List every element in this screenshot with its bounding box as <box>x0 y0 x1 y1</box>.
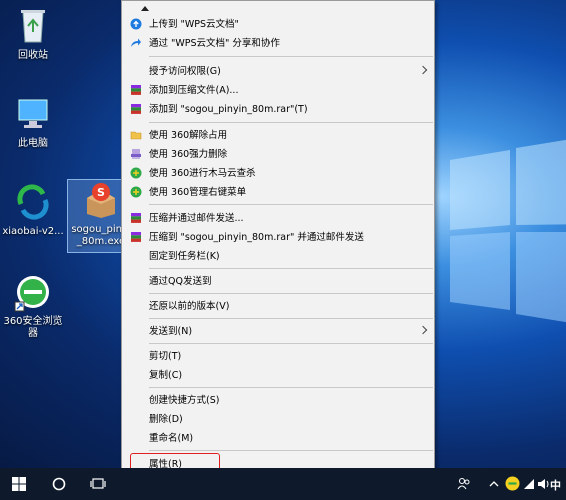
menu-item-grant-access[interactable]: 授予访问权限(G) <box>122 62 434 81</box>
windows-logo-light <box>450 139 566 323</box>
menu-item-send-via-qq[interactable]: 通过QQ发送到 <box>122 272 434 291</box>
desktop-icon-label: 回收站 <box>18 50 48 61</box>
cortana-circle-icon[interactable] <box>52 477 66 491</box>
context-menu: 上传到 "WPS云文档" 通过 "WPS云文档" 分享和协作 授予访问权限(G)… <box>121 0 435 494</box>
menu-item-cut[interactable]: 剪切(T) <box>122 347 434 366</box>
menu-item-label: 创建快捷方式(S) <box>149 395 220 406</box>
menu-item-label: 使用 360管理右键菜单 <box>149 187 247 198</box>
menu-separator <box>149 204 433 205</box>
recycle-bin-icon <box>21 10 45 43</box>
menu-separator <box>149 293 433 294</box>
share-icon <box>131 38 141 47</box>
menu-separator <box>149 122 433 123</box>
menu-item-360-unlock[interactable]: 使用 360解除占用 <box>122 126 434 145</box>
menu-separator <box>149 268 433 269</box>
task-view-icon[interactable] <box>90 477 106 491</box>
menu-item-label: 删除(D) <box>149 414 183 425</box>
menu-item-360-trojan-scan[interactable]: 使用 360进行木马云查杀 <box>122 164 434 183</box>
360-shield-icon <box>130 186 142 198</box>
menu-item-label: 通过QQ发送到 <box>149 276 212 287</box>
menu-item-upload-wps[interactable]: 上传到 "WPS云文档" <box>122 15 434 34</box>
menu-item-label: 剪切(T) <box>149 351 182 362</box>
menu-item-label: 发送到(N) <box>149 326 193 337</box>
menu-separator <box>149 318 433 319</box>
menu-item-delete[interactable]: 删除(D) <box>122 410 434 429</box>
svg-text:S: S <box>97 186 105 199</box>
menu-item-360-force-delete[interactable]: 使用 360强力删除 <box>122 145 434 164</box>
menu-item-create-shortcut[interactable]: 创建快捷方式(S) <box>122 391 434 410</box>
menu-item-send-to[interactable]: 发送到(N) <box>122 322 434 341</box>
menu-separator <box>149 387 433 388</box>
360-browser-icon <box>14 276 49 312</box>
desktop-icon-label-line2: 器 <box>28 328 38 339</box>
desktop-icon-label: xiaobai-v2... <box>2 226 64 237</box>
menu-item-label: 上传到 "WPS云文档" <box>149 19 239 30</box>
desktop-icon-label: 此电脑 <box>18 138 48 149</box>
menu-separator <box>149 56 433 57</box>
360-shield-icon <box>130 167 142 179</box>
menu-item-copy[interactable]: 复制(C) <box>122 366 434 385</box>
menu-item-compress-email[interactable]: 压缩并通过邮件发送... <box>122 209 434 228</box>
volume-icon[interactable] <box>537 477 549 491</box>
menu-item-add-to-archive[interactable]: 添加到压缩文件(A)... <box>122 81 434 100</box>
menu-item-label: 授予访问权限(G) <box>149 66 221 77</box>
menu-item-label: 添加到压缩文件(A)... <box>149 85 239 96</box>
menu-item-pin-taskbar[interactable]: 固定到任务栏(K) <box>122 247 434 266</box>
submenu-arrow-icon <box>418 65 428 75</box>
ime-indicator[interactable]: 中 <box>550 477 561 493</box>
wifi-icon[interactable] <box>522 477 536 491</box>
computer-icon <box>18 99 48 128</box>
shredder-icon <box>131 149 141 159</box>
menu-item-label: 重命名(M) <box>149 433 194 444</box>
menu-item-label: 压缩到 "sogou_pinyin_80m.rar" 并通过邮件发送 <box>149 232 364 243</box>
menu-item-label: 使用 360强力删除 <box>149 149 228 160</box>
360-tray-icon[interactable] <box>505 476 520 491</box>
winrar-icon <box>131 104 141 114</box>
menu-item-label: 使用 360解除占用 <box>149 130 228 141</box>
menu-item-label: 添加到 "sogou_pinyin_80m.rar"(T) <box>149 104 308 115</box>
folder-unlock-icon <box>130 131 142 140</box>
scroll-up-arrow-icon[interactable] <box>141 6 149 11</box>
desktop-icon-360-browser[interactable]: 360安全浏览 器 <box>0 272 66 340</box>
menu-separator <box>149 343 433 344</box>
winrar-icon <box>131 232 141 242</box>
people-icon[interactable] <box>457 477 471 491</box>
menu-item-label: 使用 360进行木马云查杀 <box>149 168 256 179</box>
desktop-icon-this-pc[interactable]: 此电脑 <box>0 94 66 150</box>
menu-item-compress-rar-email[interactable]: 压缩到 "sogou_pinyin_80m.rar" 并通过邮件发送 <box>122 228 434 247</box>
menu-item-add-to-rar[interactable]: 添加到 "sogou_pinyin_80m.rar"(T) <box>122 100 434 119</box>
chevron-up-icon[interactable] <box>488 479 500 489</box>
xiaobai-icon <box>17 184 49 220</box>
menu-separator <box>149 450 433 451</box>
menu-item-label: 压缩并通过邮件发送... <box>149 213 244 224</box>
desktop-icon-xiaobai[interactable]: xiaobai-v2... <box>0 182 66 238</box>
windows-start-icon[interactable] <box>12 477 26 491</box>
winrar-icon <box>131 85 141 95</box>
desktop-icon-recycle-bin[interactable]: 回收站 <box>0 6 66 62</box>
submenu-arrow-icon <box>418 325 428 335</box>
menu-item-label: 复制(C) <box>149 370 183 381</box>
cloud-upload-icon <box>130 18 142 30</box>
menu-item-share-wps[interactable]: 通过 "WPS云文档" 分享和协作 <box>122 34 434 53</box>
menu-item-restore-versions[interactable]: 还原以前的版本(V) <box>122 297 434 316</box>
winrar-icon <box>131 213 141 223</box>
sogou-installer-icon: S <box>87 183 115 218</box>
menu-item-label: 通过 "WPS云文档" 分享和协作 <box>149 38 280 49</box>
menu-item-label: 固定到任务栏(K) <box>149 251 220 262</box>
menu-item-360-manage-menu[interactable]: 使用 360管理右键菜单 <box>122 183 434 202</box>
taskbar: 中 <box>0 468 566 500</box>
desktop-icon-label-line1: 360安全浏览 <box>3 316 63 327</box>
menu-item-label: 还原以前的版本(V) <box>149 301 230 312</box>
menu-item-rename[interactable]: 重命名(M) <box>122 429 434 448</box>
